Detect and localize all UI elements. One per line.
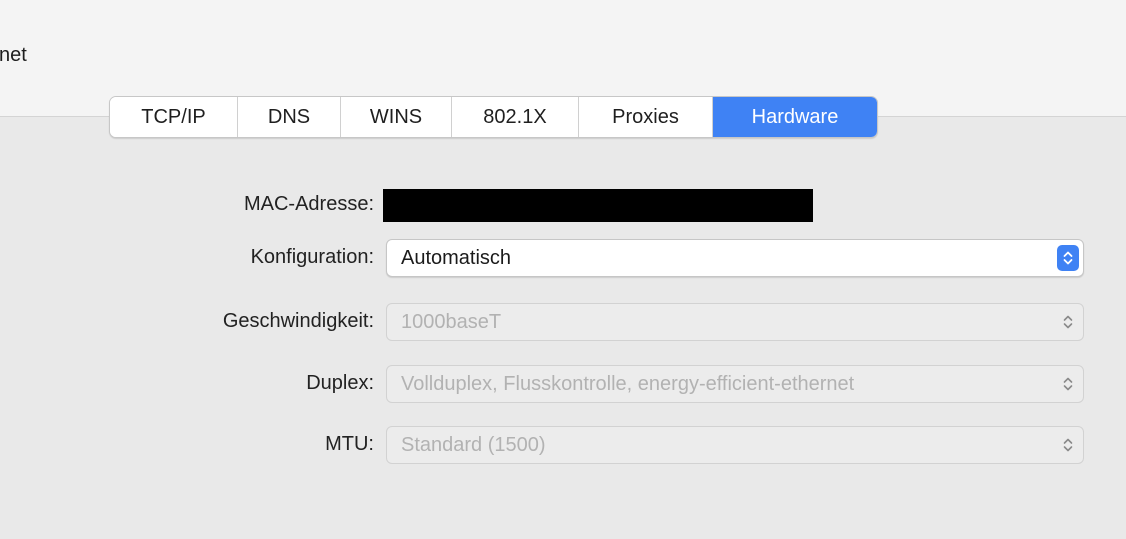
tab-dns[interactable]: DNS xyxy=(238,97,341,137)
chevron-up-down-icon xyxy=(1057,309,1079,335)
mac-address-redacted-value xyxy=(383,189,813,222)
mac-address-label: MAC-Adresse: xyxy=(243,193,374,215)
mtu-label: MTU: xyxy=(325,433,374,455)
mtu-popup[interactable]: Standard (1500) xyxy=(386,426,1084,464)
chevron-up-down-icon xyxy=(1057,245,1079,271)
network-settings-window: net TCP/IP DNS WINS 802.1X Proxies Hardw… xyxy=(0,0,1126,539)
settings-tab-bar: TCP/IP DNS WINS 802.1X Proxies Hardware xyxy=(109,96,878,138)
duplex-label: Duplex: xyxy=(306,372,374,394)
speed-value: 1000baseT xyxy=(401,311,502,333)
tab-wins[interactable]: WINS xyxy=(341,97,452,137)
speed-label: Geschwindigkeit: xyxy=(222,310,374,332)
duplex-value: Vollduplex, Flusskontrolle, energy-effic… xyxy=(401,373,855,395)
duplex-popup[interactable]: Vollduplex, Flusskontrolle, energy-effic… xyxy=(386,365,1084,403)
speed-popup[interactable]: 1000baseT xyxy=(386,303,1084,341)
chevron-up-down-icon xyxy=(1057,371,1079,397)
tab-proxies[interactable]: Proxies xyxy=(579,97,713,137)
tab-tcp-ip[interactable]: TCP/IP xyxy=(110,97,238,137)
configuration-value: Automatisch xyxy=(401,247,512,269)
tab-802-1x[interactable]: 802.1X xyxy=(452,97,579,137)
chevron-up-down-icon xyxy=(1057,432,1079,458)
tab-hardware[interactable]: Hardware xyxy=(713,97,877,137)
mtu-value: Standard (1500) xyxy=(401,434,546,456)
window-title: net xyxy=(0,44,27,66)
configuration-label: Konfiguration: xyxy=(250,246,374,268)
configuration-popup[interactable]: Automatisch xyxy=(386,239,1084,277)
